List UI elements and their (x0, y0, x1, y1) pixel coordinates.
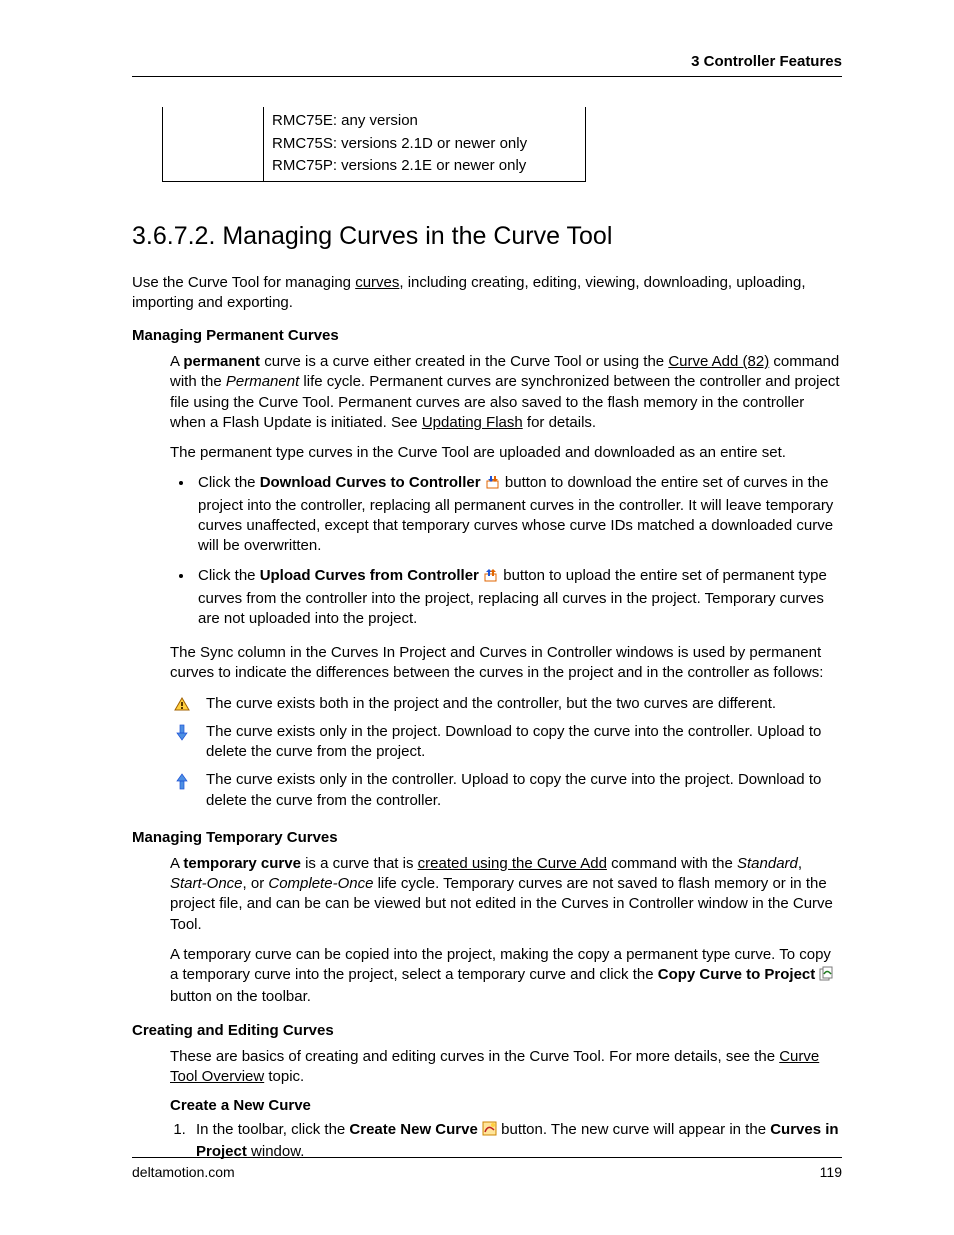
t: A (170, 855, 183, 872)
perm-bullets: Click the Download Curves to Controller … (132, 473, 842, 629)
bullet-upload: Click the Upload Curves from Controller … (194, 566, 842, 629)
sync-controller-text: The curve exists only in the controller.… (206, 770, 842, 811)
temp-p1: A temporary curve is a curve that is cre… (170, 854, 842, 935)
t: command with the (607, 855, 737, 872)
link-curve-add-82[interactable]: Curve Add (82) (668, 353, 769, 370)
section-number: 3.6.7.2. (132, 222, 215, 250)
header-rule (132, 76, 842, 77)
link-created-curve-add[interactable]: created using the Curve Add (418, 855, 607, 872)
perm-p2: The permanent type curves in the Curve T… (170, 443, 842, 463)
bold-permanent: permanent (183, 353, 260, 370)
intro-text-a: Use the Curve Tool for managing (132, 274, 355, 291)
t: Click the (198, 474, 260, 491)
t: In the toolbar, click the (196, 1121, 349, 1138)
upload-curves-icon (483, 567, 499, 588)
sync-row-project-only: The curve exists only in the project. Do… (170, 722, 842, 763)
em-start-once: Start-Once (170, 875, 243, 892)
link-updating-flash[interactable]: Updating Flash (422, 414, 523, 431)
section-intro: Use the Curve Tool for managing curves, … (132, 273, 842, 314)
copy-curve-icon (819, 966, 834, 987)
create-p1: These are basics of creating and editing… (170, 1047, 842, 1088)
bold-temporary-curve: temporary curve (183, 855, 301, 872)
t: is a curve that is (301, 855, 418, 872)
t: These are basics of creating and editing… (170, 1048, 779, 1065)
em-permanent: Permanent (226, 373, 299, 390)
footer-left: deltamotion.com (132, 1164, 235, 1180)
bold-upload: Upload Curves from Controller (260, 567, 479, 584)
bold-create-new-curve: Create New Curve (349, 1121, 477, 1138)
version-table-left (163, 107, 264, 181)
upload-arrow-icon (170, 770, 194, 790)
t: button on the toolbar. (170, 988, 311, 1005)
version-table: RMC75E: any versionRMC75S: versions 2.1D… (162, 107, 586, 182)
bold-copy-curve: Copy Curve to Project (658, 966, 816, 983)
subhead-managing-temporary: Managing Temporary Curves (132, 829, 842, 846)
perm-p1: A permanent curve is a curve either crea… (170, 352, 842, 433)
bold-download: Download Curves to Controller (260, 474, 481, 491)
section-heading: 3.6.7.2. Managing Curves in the Curve To… (132, 222, 842, 251)
version-table-right: RMC75E: any versionRMC75S: versions 2.1D… (264, 107, 586, 181)
t: topic. (264, 1068, 304, 1085)
sync-diff-text: The curve exists both in the project and… (206, 694, 842, 714)
t: for details. (523, 414, 596, 431)
t: , (798, 855, 802, 872)
footer-rule (132, 1157, 842, 1158)
sync-row-controller-only: The curve exists only in the controller.… (170, 770, 842, 811)
t: , or (243, 875, 269, 892)
create-new-curve-icon (482, 1121, 497, 1142)
sync-diff-icon (170, 694, 194, 712)
t: button. The new curve will appear in the (501, 1121, 770, 1138)
t: curve is a curve either created in the C… (260, 353, 668, 370)
subhead-creating-editing: Creating and Editing Curves (132, 1022, 842, 1039)
em-complete-once: Complete-Once (268, 875, 373, 892)
sync-intro: The Sync column in the Curves In Project… (170, 643, 842, 684)
footer-right: 119 (820, 1164, 842, 1180)
sync-row-diff: The curve exists both in the project and… (170, 694, 842, 714)
download-curves-icon (485, 474, 501, 495)
em-standard: Standard (737, 855, 798, 872)
section-title-text: Managing Curves in the Curve Tool (222, 222, 612, 250)
download-arrow-icon (170, 722, 194, 742)
subhead-create-new-curve: Create a New Curve (170, 1097, 842, 1114)
t: Click the (198, 567, 260, 584)
t: A (170, 353, 183, 370)
sync-project-text: The curve exists only in the project. Do… (206, 722, 842, 763)
subhead-managing-permanent: Managing Permanent Curves (132, 327, 842, 344)
page-header-right: 3 Controller Features (132, 53, 842, 70)
link-curves[interactable]: curves (355, 274, 399, 291)
page-footer: deltamotion.com 119 (132, 1157, 842, 1180)
bullet-download: Click the Download Curves to Controller … (194, 473, 842, 556)
temp-p2: A temporary curve can be copied into the… (170, 945, 842, 1008)
